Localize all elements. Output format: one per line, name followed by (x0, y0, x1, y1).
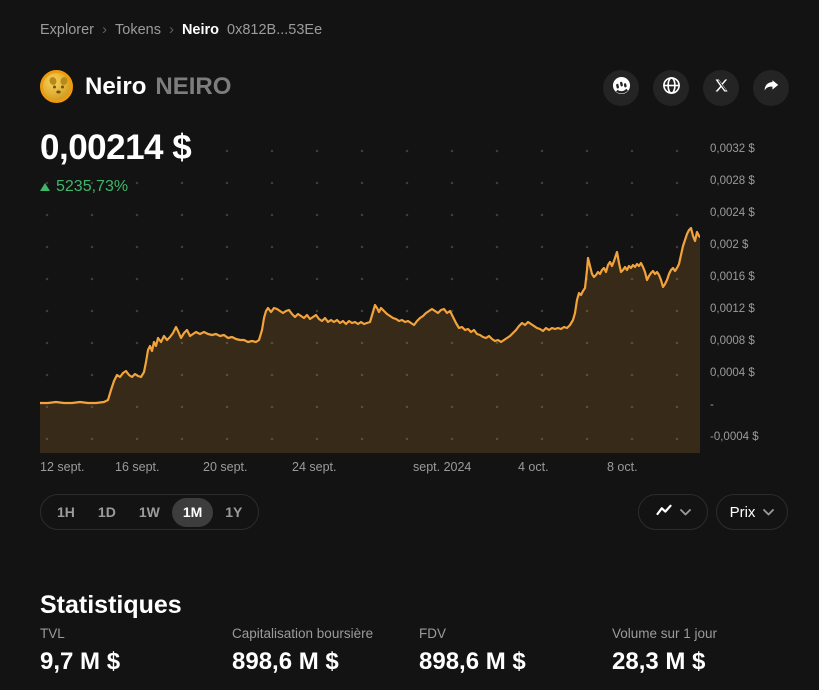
y-axis-tick: 0,0028 $ (710, 175, 755, 187)
x-axis-tick: 4 oct. (518, 460, 549, 474)
stat-value: 9,7 M $ (40, 648, 120, 676)
breadcrumb-separator: › (102, 21, 107, 38)
x-twitter-icon (714, 78, 729, 98)
token-actions (603, 70, 789, 106)
etherscan-button[interactable] (603, 70, 639, 106)
change-up-icon (40, 183, 50, 191)
x-axis-tick: 8 oct. (607, 460, 638, 474)
y-axis-tick: -0,0004 $ (710, 431, 759, 443)
y-axis-tick: 0,0008 $ (710, 335, 755, 347)
price-block: 0,00214 $ 5235,73% (40, 128, 191, 196)
breadcrumb-item-neiro[interactable]: Neiro (182, 22, 219, 38)
token-price: 0,00214 $ (40, 128, 191, 168)
timeframe-1w[interactable]: 1W (128, 498, 171, 527)
y-axis-tick: - (710, 399, 714, 411)
share-button[interactable] (753, 70, 789, 106)
timeframe-1d[interactable]: 1D (87, 498, 127, 527)
stat-item: FDV 898,6 M $ (419, 626, 526, 676)
stat-label: Volume sur 1 jour (612, 626, 717, 641)
price-unit-dropdown[interactable]: Prix (716, 494, 788, 530)
x-axis-tick: sept. 2024 (413, 460, 471, 474)
globe-icon (662, 76, 681, 100)
breadcrumb-item-tokens[interactable]: Tokens (115, 22, 161, 38)
price-unit-label: Prix (730, 504, 756, 521)
token-name: Neiro (85, 73, 146, 101)
stat-value: 898,6 M $ (419, 648, 526, 676)
stat-value: 898,6 M $ (232, 648, 373, 676)
y-axis-tick: 0,0004 $ (710, 367, 755, 379)
price-change-percent: 5235,73% (56, 178, 128, 196)
breadcrumb-separator: › (169, 21, 174, 38)
token-header: Neiro NEIRO (40, 70, 231, 103)
token-explorer-page: Explorer › Tokens › Neiro 0x812B...53Ee Neiro… (0, 0, 819, 690)
x-axis-tick: 20 sept. (203, 460, 247, 474)
chart-area-fill (40, 228, 700, 453)
chart-type-dropdown[interactable] (638, 494, 708, 530)
timeframe-1y[interactable]: 1Y (214, 498, 253, 527)
etherscan-icon (612, 76, 631, 100)
token-address[interactable]: 0x812B...53Ee (227, 22, 322, 38)
stat-item: TVL 9,7 M $ (40, 626, 120, 676)
token-symbol: NEIRO (155, 73, 231, 101)
x-axis-tick: 16 sept. (115, 460, 159, 474)
stat-label: FDV (419, 626, 526, 641)
chart-x-axis: 12 sept. 16 sept. 20 sept. 24 sept. sept. 20… (40, 460, 740, 478)
chart-y-axis: 0,0032 $ 0,0028 $ 0,0024 $ 0,002 $ 0,0016 $ 0… (710, 135, 785, 453)
y-axis-tick: 0,0024 $ (710, 207, 755, 219)
stat-label: Capitalisation boursière (232, 626, 373, 641)
price-change: 5235,73% (40, 178, 191, 196)
twitter-button[interactable] (703, 70, 739, 106)
y-axis-tick: 0,002 $ (710, 239, 748, 251)
share-icon (762, 77, 780, 100)
statistics-title: Statistiques (40, 591, 182, 620)
website-button[interactable] (653, 70, 689, 106)
breadcrumb: Explorer › Tokens › Neiro 0x812B...53Ee (40, 21, 322, 38)
chevron-down-icon (763, 503, 774, 521)
x-axis-tick: 12 sept. (40, 460, 84, 474)
breadcrumb-item-explorer[interactable]: Explorer (40, 22, 94, 38)
x-axis-tick: 24 sept. (292, 460, 336, 474)
timeframe-selector: 1H1D1W1M1Y (40, 494, 259, 530)
stat-value: 28,3 M $ (612, 648, 717, 676)
token-logo-neiro-icon (40, 70, 73, 103)
stat-label: TVL (40, 626, 120, 641)
chevron-down-icon (680, 503, 691, 521)
y-axis-tick: 0,0012 $ (710, 303, 755, 315)
y-axis-tick: 0,0032 $ (710, 143, 755, 155)
timeframe-1h[interactable]: 1H (46, 498, 86, 527)
stat-item: Capitalisation boursière 898,6 M $ (232, 626, 373, 676)
stat-item: Volume sur 1 jour 28,3 M $ (612, 626, 717, 676)
statistics-grid: TVL 9,7 M $ Capitalisation boursière 898,6 … (40, 626, 785, 686)
timeframe-1m[interactable]: 1M (172, 498, 213, 527)
y-axis-tick: 0,0016 $ (710, 271, 755, 283)
line-chart-icon (656, 503, 672, 521)
